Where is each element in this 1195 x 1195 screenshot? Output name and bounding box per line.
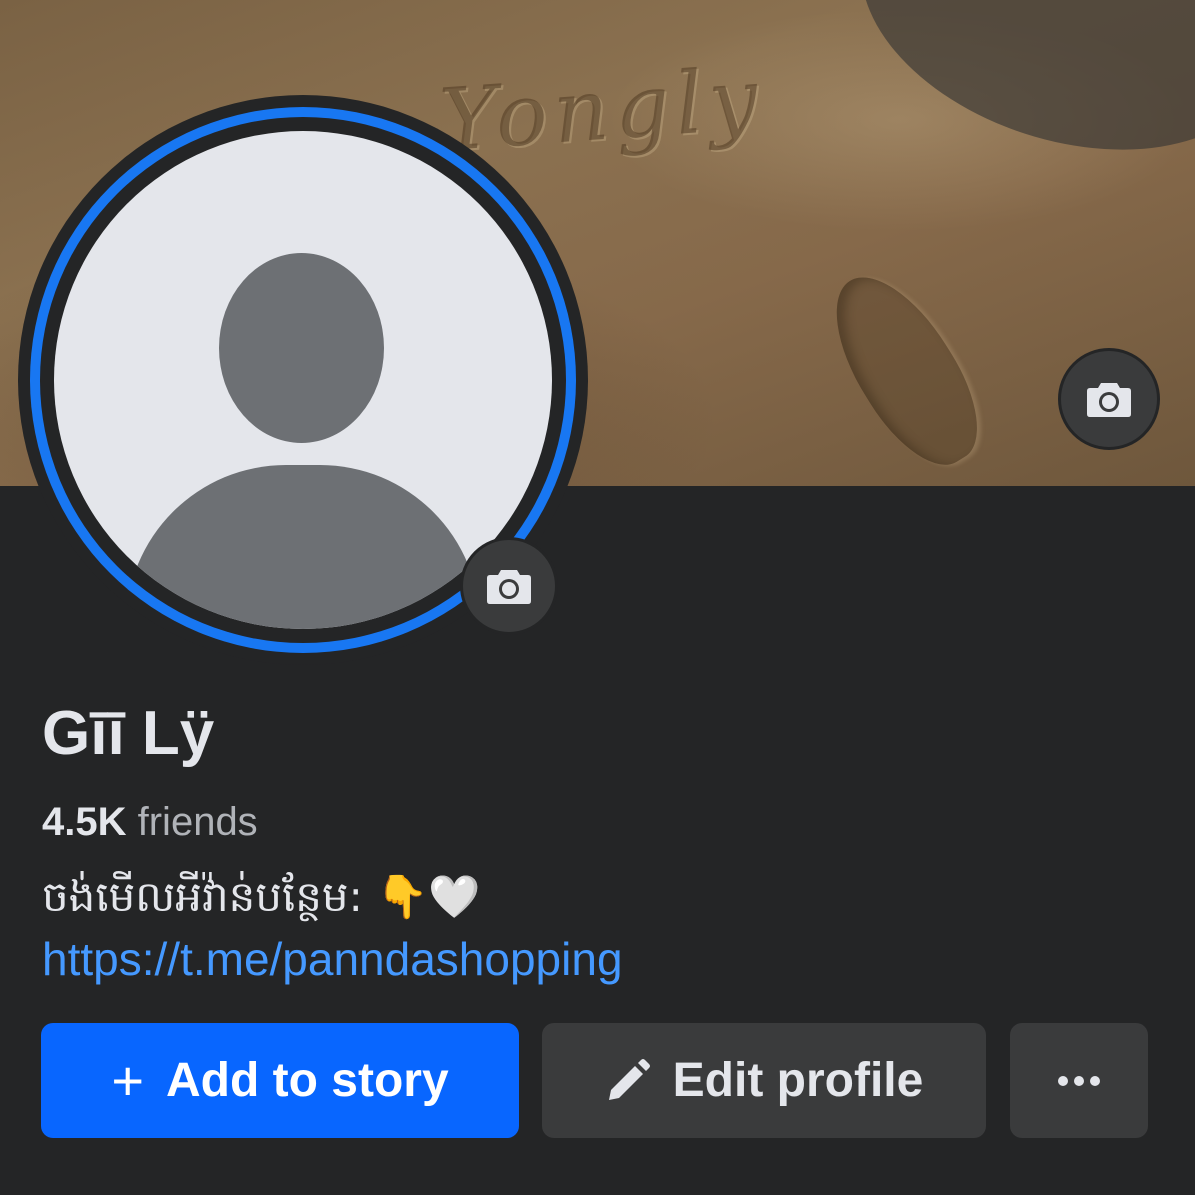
plus-icon: + [111,1048,145,1112]
edit-profile-picture-button[interactable] [460,537,558,635]
profile-bio: ចង់មើលអីវ៉ាន់បន្ថែម: 👇🤍 [42,872,481,921]
edit-profile-button[interactable]: Edit profile [542,1023,986,1138]
cover-sand-text: Yongly [436,48,767,172]
avatar-head [219,253,384,443]
camera-icon [1087,383,1131,417]
edit-profile-label: Edit profile [672,1054,924,1107]
cover-footprint [809,255,1002,485]
avatar-body [126,465,480,629]
friends-label: friends [137,800,258,844]
pencil-icon [608,1058,650,1100]
ellipsis-icon [1058,1075,1100,1086]
camera-icon [487,570,531,604]
cover-shadow [825,0,1195,199]
friends-count-value: 4.5K [42,800,127,844]
friends-count[interactable]: 4.5K friends [42,800,258,845]
add-to-story-button[interactable]: + Add to story [41,1023,519,1138]
more-options-button[interactable] [1010,1023,1148,1138]
profile-name: Gīī Lÿ [42,699,215,768]
add-to-story-label: Add to story [166,1054,449,1107]
edit-cover-photo-button[interactable] [1058,348,1160,450]
bio-link[interactable]: https://t.me/panndashopping [42,932,623,986]
